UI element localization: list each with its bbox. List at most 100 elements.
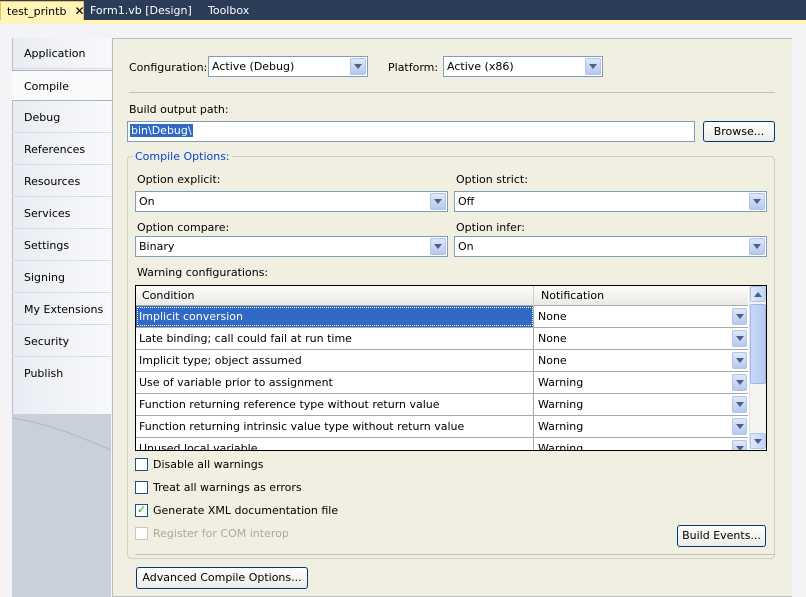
notification-cell[interactable]: Warning xyxy=(535,394,748,415)
scroll-up-icon[interactable] xyxy=(750,286,766,302)
condition-cell[interactable]: Late binding; call could fail at run tim… xyxy=(136,328,534,349)
sidebar-item-signing[interactable]: Signing xyxy=(12,262,111,293)
divider xyxy=(135,554,775,555)
notification-cell[interactable]: Warning xyxy=(535,372,748,393)
checkbox-box xyxy=(135,527,148,540)
chevron-down-icon[interactable] xyxy=(732,374,747,391)
chevron-down-icon[interactable] xyxy=(732,308,747,325)
build-output-label: Build output path: xyxy=(129,103,229,116)
tab-test-printb[interactable]: test_printb ✕ xyxy=(0,1,85,20)
platform-select[interactable]: Active (x86) xyxy=(443,56,603,77)
notification-value: Warning xyxy=(538,442,584,451)
chevron-down-icon[interactable] xyxy=(732,418,747,435)
notification-value: Warning xyxy=(538,398,584,411)
sidebar-item-my-extensions[interactable]: My Extensions xyxy=(12,294,111,325)
condition-cell[interactable]: Implicit conversion xyxy=(136,306,534,327)
checkbox-box[interactable]: ✓ xyxy=(135,503,148,517)
condition-cell[interactable]: Function returning intrinsic value type … xyxy=(136,416,534,437)
option-strict-label: Option strict: xyxy=(456,173,528,186)
condition-cell[interactable]: Use of variable prior to assignment xyxy=(136,372,534,393)
build-events-button[interactable]: Build Events... xyxy=(677,525,766,547)
option-explicit-value: On xyxy=(139,195,155,208)
option-explicit-select[interactable]: On xyxy=(135,191,448,212)
chevron-down-icon[interactable] xyxy=(430,193,446,210)
column-header-condition[interactable]: Condition xyxy=(136,286,534,306)
configuration-value: Active (Debug) xyxy=(212,60,295,73)
chevron-down-icon[interactable] xyxy=(585,58,601,75)
chevron-down-icon[interactable] xyxy=(732,352,747,369)
sidebar-curve xyxy=(12,414,111,454)
platform-value: Active (x86) xyxy=(447,60,514,73)
sidebar-item-debug[interactable]: Debug xyxy=(12,102,111,133)
tab-label: test_printb xyxy=(7,5,67,18)
sidebar-item-publish[interactable]: Publish xyxy=(12,358,111,389)
chevron-down-icon[interactable] xyxy=(430,238,446,255)
notification-cell[interactable]: Warning xyxy=(535,416,748,437)
column-header-notification[interactable]: Notification xyxy=(535,286,748,306)
designer-body: Application Compile Debug References Res… xyxy=(0,24,806,597)
checkbox-label: Generate XML documentation file xyxy=(153,504,339,517)
checkbox-box[interactable] xyxy=(135,481,148,494)
notification-value: None xyxy=(538,310,567,323)
table-row[interactable]: Implicit type; object assumed None xyxy=(136,350,748,372)
table-row[interactable]: Use of variable prior to assignment Warn… xyxy=(136,372,748,394)
configuration-select[interactable]: Active (Debug) xyxy=(208,56,368,77)
chevron-down-icon[interactable] xyxy=(749,238,765,255)
chevron-down-icon[interactable] xyxy=(732,396,747,413)
chevron-down-icon[interactable] xyxy=(749,193,765,210)
chevron-down-icon[interactable] xyxy=(732,330,747,347)
notification-value: None xyxy=(538,332,567,345)
condition-cell[interactable]: Function returning reference type withou… xyxy=(136,394,534,415)
sidebar-item-settings[interactable]: Settings xyxy=(12,230,111,261)
table-row[interactable]: Function returning reference type withou… xyxy=(136,394,748,416)
checkmark-icon: ✓ xyxy=(137,503,147,516)
scroll-thumb[interactable] xyxy=(750,304,766,384)
notification-cell[interactable]: None xyxy=(535,328,748,349)
tab-form1-design[interactable]: Form1.vb [Design] xyxy=(84,1,198,20)
advanced-compile-options-button[interactable]: Advanced Compile Options... xyxy=(136,567,308,589)
option-compare-select[interactable]: Binary xyxy=(135,236,448,257)
sidebar-item-compile[interactable]: Compile xyxy=(12,70,112,101)
option-infer-select[interactable]: On xyxy=(454,236,767,257)
sidebar-item-resources[interactable]: Resources xyxy=(12,166,111,197)
disable-all-warnings-checkbox[interactable]: Disable all warnings xyxy=(135,458,263,471)
table-row[interactable]: Implicit conversion None xyxy=(136,306,748,328)
tab-toolbox[interactable]: Toolbox xyxy=(202,1,255,20)
chevron-down-icon[interactable] xyxy=(732,440,747,450)
sidebar-item-security[interactable]: Security xyxy=(12,326,111,357)
chevron-down-icon[interactable] xyxy=(350,58,366,75)
sidebar-item-application[interactable]: Application xyxy=(12,38,111,69)
sidebar: Application Compile Debug References Res… xyxy=(12,38,112,597)
option-compare-label: Option compare: xyxy=(137,221,230,234)
document-tab-strip: test_printb ✕ Form1.vb [Design] Toolbox xyxy=(0,0,806,20)
close-icon[interactable]: ✕ xyxy=(74,5,84,17)
warning-configurations-label: Warning configurations: xyxy=(137,266,269,279)
notification-cell[interactable]: Warning xyxy=(535,438,748,451)
table-row[interactable]: Late binding; call could fail at run tim… xyxy=(136,328,748,350)
platform-label: Platform: xyxy=(388,61,439,74)
notification-cell[interactable]: None xyxy=(535,350,748,371)
warning-grid[interactable]: Condition Notification Implicit conversi… xyxy=(135,285,767,451)
notification-cell[interactable]: None xyxy=(535,306,748,327)
option-compare-value: Binary xyxy=(139,240,175,253)
table-row[interactable]: Function returning intrinsic value type … xyxy=(136,416,748,438)
checkbox-box[interactable] xyxy=(135,458,148,471)
treat-warnings-as-errors-checkbox[interactable]: Treat all warnings as errors xyxy=(135,481,302,494)
grid-scrollbar[interactable] xyxy=(749,286,766,449)
generate-xml-doc-checkbox[interactable]: ✓ Generate XML documentation file xyxy=(135,503,339,517)
scroll-down-icon[interactable] xyxy=(750,433,766,449)
register-com-interop-checkbox: Register for COM interop xyxy=(135,527,289,540)
sidebar-item-services[interactable]: Services xyxy=(12,198,111,229)
notification-value: None xyxy=(538,354,567,367)
build-output-input[interactable]: bin\Debug\ xyxy=(127,121,695,142)
sidebar-item-references[interactable]: References xyxy=(12,134,111,165)
condition-cell[interactable]: Unused local variable xyxy=(136,438,534,450)
option-strict-select[interactable]: Off xyxy=(454,191,767,212)
notification-value: Warning xyxy=(538,376,584,389)
condition-cell[interactable]: Implicit type; object assumed xyxy=(136,350,534,371)
build-output-value: bin\Debug\ xyxy=(130,124,193,137)
table-row[interactable]: Unused local variable Warning xyxy=(136,438,748,451)
compile-page: Configuration: Active (Debug) Platform: … xyxy=(112,38,792,597)
compile-options-title: Compile Options: xyxy=(133,150,232,163)
browse-button[interactable]: Browse... xyxy=(703,121,775,142)
